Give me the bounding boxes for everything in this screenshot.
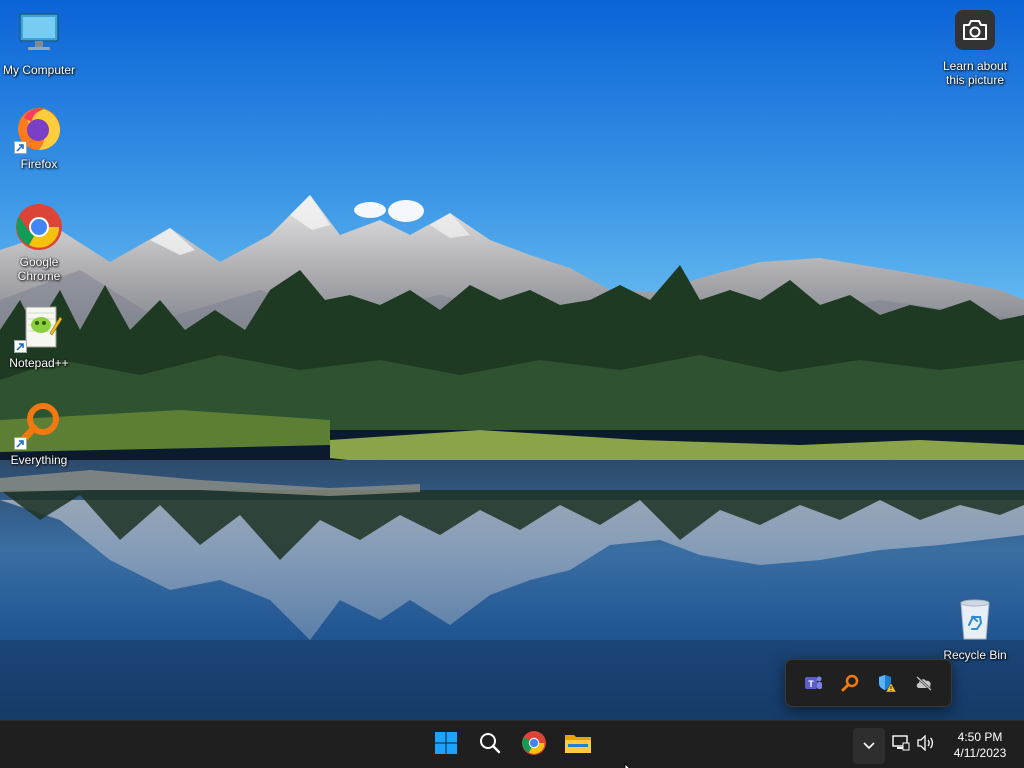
learn-about-this-picture[interactable]: Learn about this picture [935,10,1015,87]
camera-icon [955,10,995,50]
desktop-icon-everything[interactable]: Everything [0,400,78,467]
everything-tray-icon[interactable] [837,670,863,696]
shortcut-arrow-icon [14,437,27,450]
network-icon [891,734,910,756]
shortcut-arrow-icon [14,141,27,154]
desktop-icon-label: Google Chrome [17,255,61,283]
clock-time: 4:50 PM [957,730,1003,744]
desktop-icon-notepad-plus-plus[interactable]: Notepad++ [0,303,78,370]
chrome-icon [14,202,64,252]
desktop-icon-my-computer[interactable]: My Computer [0,10,78,77]
taskbar-chrome-button[interactable] [514,725,554,765]
start-button[interactable] [426,725,466,765]
desktop-icon-recycle-bin[interactable]: Recycle Bin [936,595,1014,662]
teams-icon[interactable]: T [800,670,826,696]
notepad-plus-plus-icon [14,303,64,353]
windows-start-icon [434,731,458,760]
tray-overflow-flyout: T [785,659,952,707]
firefox-icon [14,104,64,154]
security-warning-icon[interactable] [874,670,900,696]
desktop-icon-label: My Computer [2,63,76,77]
desktop-icon-google-chrome[interactable]: Google Chrome [0,202,78,283]
monitor-icon [14,10,64,60]
shortcut-arrow-icon [14,340,27,353]
taskbar: 4:50 PM 4/11/2023 [0,720,1024,768]
taskbar-file-explorer-button[interactable] [558,725,598,765]
search-button[interactable] [470,725,510,765]
everything-search-icon [14,400,64,450]
taskbar-clock[interactable]: 4:50 PM 4/11/2023 [940,729,1020,761]
desktop-icon-firefox[interactable]: Firefox [0,104,78,171]
chrome-icon [521,730,547,761]
onedrive-offline-icon[interactable] [911,670,937,696]
search-icon [478,731,502,760]
desktop-icon-label: Firefox [20,157,58,171]
recycle-bin-icon [950,595,1000,645]
spotlight-label-line2: this picture [945,73,1005,87]
quick-settings-button[interactable] [888,733,938,757]
show-hidden-icons-button[interactable] [853,728,885,764]
spotlight-label-line1: Learn about [942,59,1008,73]
desktop-icon-label: Everything [10,453,68,467]
desktop-icon-label: Recycle Bin [943,648,1007,662]
volume-icon [916,733,935,756]
mouse-cursor-icon [624,760,634,768]
desktop-icon-label: Notepad++ [9,356,69,370]
chevron-down-icon [863,737,875,755]
desktop-wallpaper [0,0,1024,720]
svg-text:T: T [808,679,814,689]
file-explorer-icon [564,731,592,760]
clock-date: 4/11/2023 [953,746,1007,760]
